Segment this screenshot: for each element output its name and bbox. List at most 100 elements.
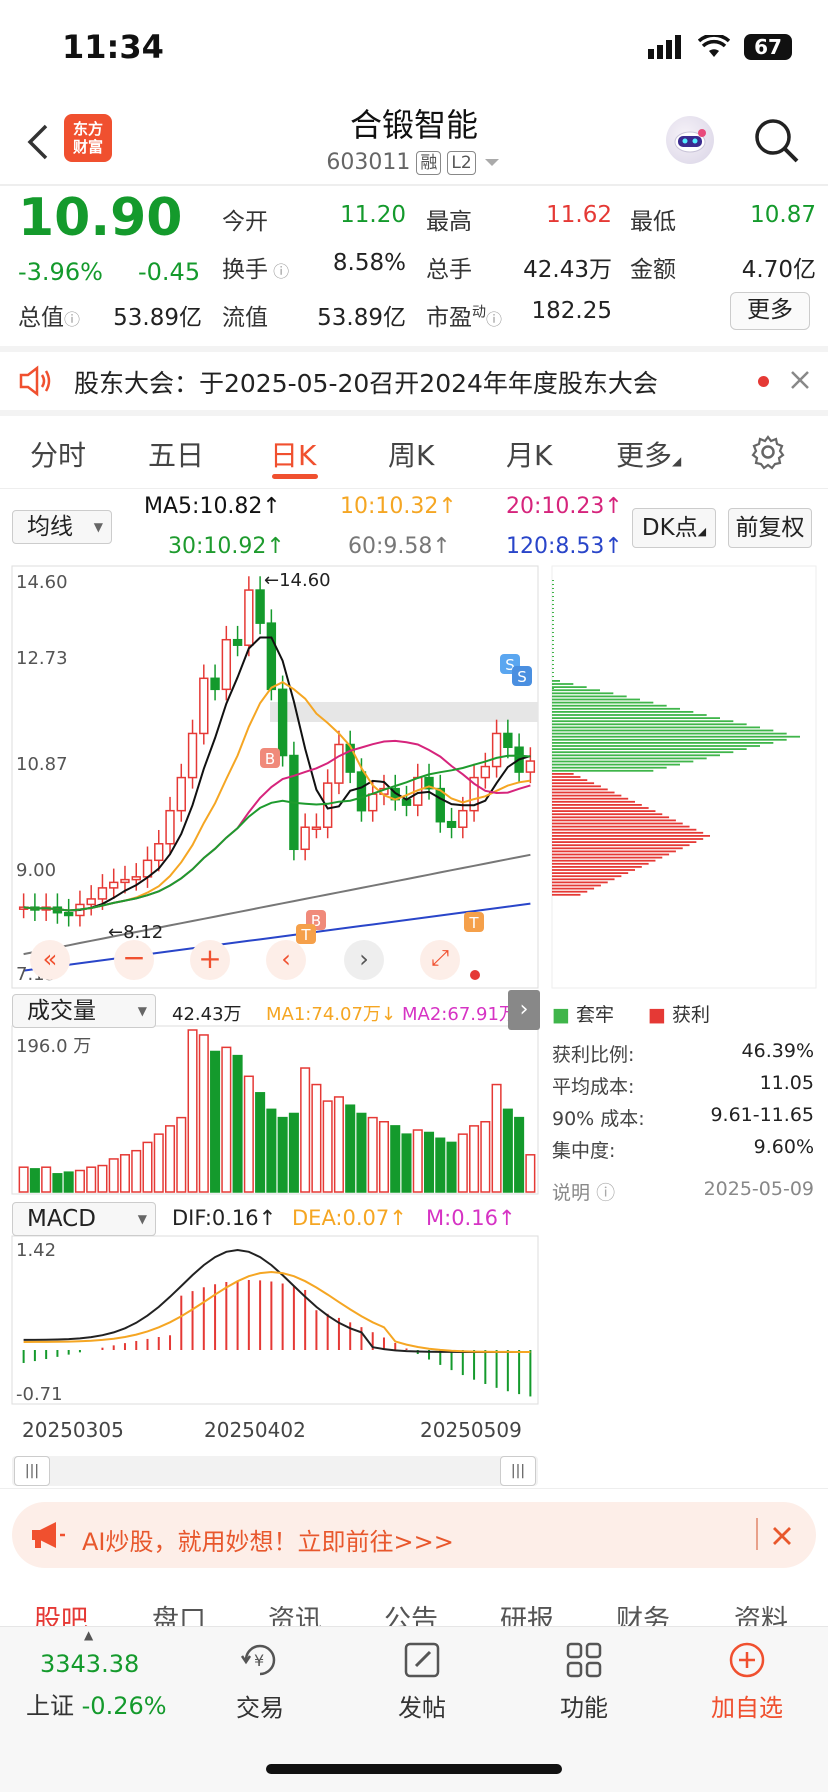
- dropdown-icon[interactable]: [482, 157, 502, 169]
- chip-bar: [552, 869, 635, 871]
- nav-post[interactable]: 发帖: [367, 1640, 477, 1723]
- megaphone-icon: [32, 1522, 65, 1548]
- tab-weekly-k[interactable]: 周K: [388, 434, 434, 474]
- volume-bar: [108, 1158, 119, 1193]
- nav-functions[interactable]: 功能: [529, 1640, 639, 1723]
- candle-body: [266, 622, 277, 691]
- chip-bar: [552, 773, 574, 775]
- pe-label-text: 市盈: [426, 305, 472, 331]
- amount-value: 4.70亿: [741, 257, 816, 283]
- scroll-left-fast-icon[interactable]: «: [30, 940, 70, 980]
- volume-current: 42.43万: [172, 1004, 242, 1025]
- range-handle-right[interactable]: |||: [500, 1456, 536, 1486]
- chip-bar: [552, 751, 734, 754]
- index-row[interactable]: 上证 -0.26%: [26, 1686, 167, 1721]
- index-value[interactable]: 3343.38: [40, 1650, 139, 1678]
- chip-bar: [552, 760, 694, 763]
- settings-gear-icon[interactable]: [750, 434, 786, 470]
- close-icon[interactable]: [772, 1526, 792, 1546]
- chip-bar: [552, 800, 635, 803]
- t-marker: T: [300, 926, 311, 944]
- tab-more[interactable]: 更多◢: [616, 434, 681, 474]
- zoom-in-icon[interactable]: +: [190, 940, 230, 980]
- chip-bar: [552, 726, 760, 729]
- chip-note[interactable]: 说明 ⓘ: [552, 1178, 615, 1205]
- zoom-out-icon[interactable]: −: [114, 940, 154, 980]
- range-handle-left[interactable]: |||: [14, 1456, 50, 1486]
- macd-selector[interactable]: MACD ▼: [12, 1202, 156, 1236]
- close-icon[interactable]: [790, 370, 810, 390]
- chip-legend-trapped-label: 套牢: [576, 1004, 615, 1026]
- adjust-button[interactable]: 前复权: [728, 508, 812, 548]
- tab-daily-k[interactable]: 日K: [270, 434, 316, 474]
- info-icon[interactable]: ⓘ: [268, 262, 289, 281]
- dropdown-icon: ▼: [93, 520, 103, 534]
- volume-bar: [514, 1116, 525, 1193]
- chip-bar: [552, 893, 581, 896]
- scroll-left-icon[interactable]: ‹: [266, 940, 306, 980]
- tab-intraday[interactable]: 分时: [30, 434, 86, 474]
- candle-body: [86, 898, 96, 906]
- chip-bar: [552, 717, 720, 719]
- candle-body: [221, 638, 232, 691]
- tab-five-day[interactable]: 五日: [148, 434, 204, 474]
- candle-body: [120, 878, 130, 884]
- candle-body: [232, 638, 243, 646]
- chip-bar: [552, 881, 608, 884]
- range-scrollbar[interactable]: [12, 1456, 538, 1486]
- search-icon[interactable]: [752, 116, 800, 164]
- chip-bar: [552, 847, 683, 850]
- tab-monthly-k[interactable]: 月K: [506, 434, 552, 474]
- candle-body: [480, 765, 491, 779]
- candle-body: [255, 589, 265, 624]
- fullscreen-icon[interactable]: ⤢: [420, 940, 460, 980]
- chip-frame: [551, 565, 817, 989]
- scroll-right-icon[interactable]: ›: [344, 940, 384, 980]
- volume-bar: [333, 1096, 344, 1193]
- candle-body: [154, 843, 164, 862]
- candle-body: [334, 743, 344, 784]
- volume-bar: [41, 1166, 52, 1193]
- dk-point-button[interactable]: DK点◢: [632, 508, 716, 548]
- nav-add-favorite[interactable]: 加自选: [692, 1640, 802, 1723]
- b-marker: B: [265, 750, 275, 768]
- candle-body: [165, 809, 175, 845]
- volume-selector[interactable]: 成交量 ▼: [12, 994, 156, 1028]
- chip-bar: [552, 779, 588, 781]
- macd-dea: DEA:0.07↑: [292, 1206, 407, 1230]
- nav-trade[interactable]: ¥ 交易: [205, 1640, 315, 1723]
- volume-bar: [119, 1154, 131, 1193]
- chip-bar: [552, 791, 615, 794]
- y-label-4: 9.00: [16, 860, 57, 881]
- trade-icon: ¥: [240, 1644, 276, 1676]
- notice-text[interactable]: 股东大会：于2025-05-20召开2024年年度股东大会: [74, 364, 658, 400]
- ai-banner-text[interactable]: AI炒股，就用妙想！立即前往>>>: [82, 1522, 454, 1557]
- expand-panel-icon[interactable]: ›: [508, 990, 540, 1030]
- chip-bar: [552, 822, 683, 825]
- current-price: 10.90: [18, 188, 183, 248]
- ma-selector[interactable]: 均线 ▼: [12, 510, 112, 544]
- dea-line: [23, 1270, 531, 1353]
- chip-bar: [552, 850, 676, 853]
- candle-body: [109, 881, 119, 889]
- macd-m: M:0.16↑: [426, 1206, 516, 1230]
- candle-body: [97, 887, 108, 900]
- chip-bar: [552, 766, 667, 769]
- candle-body: [300, 826, 310, 851]
- chip-bar: [552, 810, 656, 812]
- info-icon[interactable]: ⓘ: [64, 310, 80, 329]
- ma60-label: 60:9.58↑: [348, 534, 451, 559]
- candle-body: [131, 876, 141, 881]
- chip-bar: [552, 689, 600, 692]
- chip-bar: [552, 788, 608, 791]
- chip-bar: [552, 853, 670, 856]
- stock-code: 603011: [326, 150, 411, 175]
- more-button[interactable]: 更多: [730, 292, 810, 330]
- chip-bar: [552, 698, 640, 701]
- info-icon[interactable]: ⓘ: [486, 310, 502, 329]
- dropdown-icon: ▼: [137, 1004, 147, 1018]
- candle-body: [199, 677, 209, 735]
- assistant-robot-icon[interactable]: [666, 116, 714, 164]
- y-label-max: 14.60: [16, 572, 68, 593]
- chip-bar: [552, 807, 649, 809]
